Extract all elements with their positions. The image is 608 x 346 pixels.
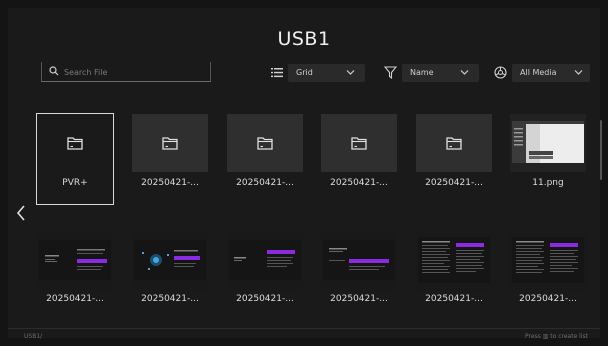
grid-item-label: 20250421-... <box>141 294 199 304</box>
grid-item-image[interactable]: 20250421-... <box>416 232 492 322</box>
grid-item-folder[interactable]: 20250421-... <box>416 114 492 204</box>
grid-item-pvr-folder[interactable]: PVR+ <box>36 113 114 205</box>
folder-thumbnail <box>132 114 208 172</box>
grid-item-image[interactable]: 11.png <box>510 114 586 204</box>
grid-item-label: 20250421-... <box>519 294 577 304</box>
document-preview-image <box>418 237 490 283</box>
image-thumbnail <box>510 232 586 290</box>
chevron-down-icon <box>574 70 583 75</box>
view-mode-label: Grid <box>296 68 313 77</box>
search-input[interactable] <box>62 63 206 81</box>
grid-item-label: 20250421-... <box>141 178 199 188</box>
grid-item-label: 20250421-... <box>46 294 104 304</box>
sort-label: Name <box>410 68 434 77</box>
grid-item-folder[interactable]: 20250421-... <box>227 114 303 204</box>
grid-item-image[interactable]: 20250421-... <box>510 232 586 322</box>
grid-item-label: 20250421-... <box>425 294 483 304</box>
vertical-scrollbar[interactable] <box>600 120 602 180</box>
sort-select[interactable]: Name <box>402 64 479 82</box>
folder-thumbnail <box>416 114 492 172</box>
footer-hint: Press ▥ to create list <box>525 333 588 340</box>
grid-item-label: 20250421-... <box>330 178 388 188</box>
media-filter-dropdown[interactable]: All Media <box>494 64 590 82</box>
breadcrumb: USB1/ <box>24 333 43 340</box>
folder-icon <box>257 137 273 150</box>
slide-preview-image <box>39 240 111 280</box>
slide-preview-image <box>323 240 395 280</box>
chevron-left-icon[interactable] <box>15 204 27 222</box>
filter-funnel-icon <box>384 66 397 79</box>
media-type-icon <box>494 66 507 79</box>
folder-icon <box>162 137 178 150</box>
chevron-down-icon <box>460 70 469 75</box>
sort-dropdown[interactable]: Name <box>384 64 479 82</box>
image-thumbnail <box>227 232 303 290</box>
image-thumbnail <box>416 232 492 290</box>
grid-item-folder[interactable]: 20250421-... <box>132 114 208 204</box>
screenshot-preview-image <box>512 121 584 163</box>
grid-item-image[interactable]: 20250421-... <box>132 232 208 322</box>
document-preview-image <box>512 237 584 283</box>
search-field[interactable] <box>41 62 211 82</box>
grid-item-image[interactable]: 20250421-... <box>37 232 113 322</box>
view-mode-select[interactable]: Grid <box>288 64 365 82</box>
grid-item-label: PVR+ <box>62 178 88 188</box>
image-thumbnail <box>510 114 586 172</box>
image-thumbnail <box>321 232 397 290</box>
folder-icon <box>67 137 83 150</box>
folder-thumbnail <box>321 114 397 172</box>
slide-preview-image <box>229 240 301 280</box>
view-mode-dropdown[interactable]: Grid <box>271 64 365 82</box>
image-thumbnail <box>132 232 208 290</box>
folder-icon <box>351 137 367 150</box>
grid-item-image[interactable]: 20250421-... <box>227 232 303 322</box>
folder-thumbnail <box>37 114 113 172</box>
grid-item-label: 20250421-... <box>236 294 294 304</box>
page-title: USB1 <box>277 28 331 50</box>
grid-item-label: 20250421-... <box>330 294 388 304</box>
folder-thumbnail <box>227 114 303 172</box>
list-view-icon <box>271 68 283 78</box>
grid-item-image[interactable]: 20250421-... <box>321 232 397 322</box>
media-filter-label: All Media <box>520 68 557 77</box>
media-filter-select[interactable]: All Media <box>512 64 590 82</box>
grid-item-label: 11.png <box>532 178 564 188</box>
folder-icon <box>446 137 462 150</box>
image-thumbnail <box>37 232 113 290</box>
chevron-down-icon <box>346 70 355 75</box>
search-icon <box>49 66 59 76</box>
footer-divider <box>8 328 600 329</box>
grid-item-label: 20250421-... <box>425 178 483 188</box>
grid-item-label: 20250421-... <box>236 178 294 188</box>
grid-item-folder[interactable]: 20250421-... <box>321 114 397 204</box>
slide-preview-image <box>134 240 206 280</box>
